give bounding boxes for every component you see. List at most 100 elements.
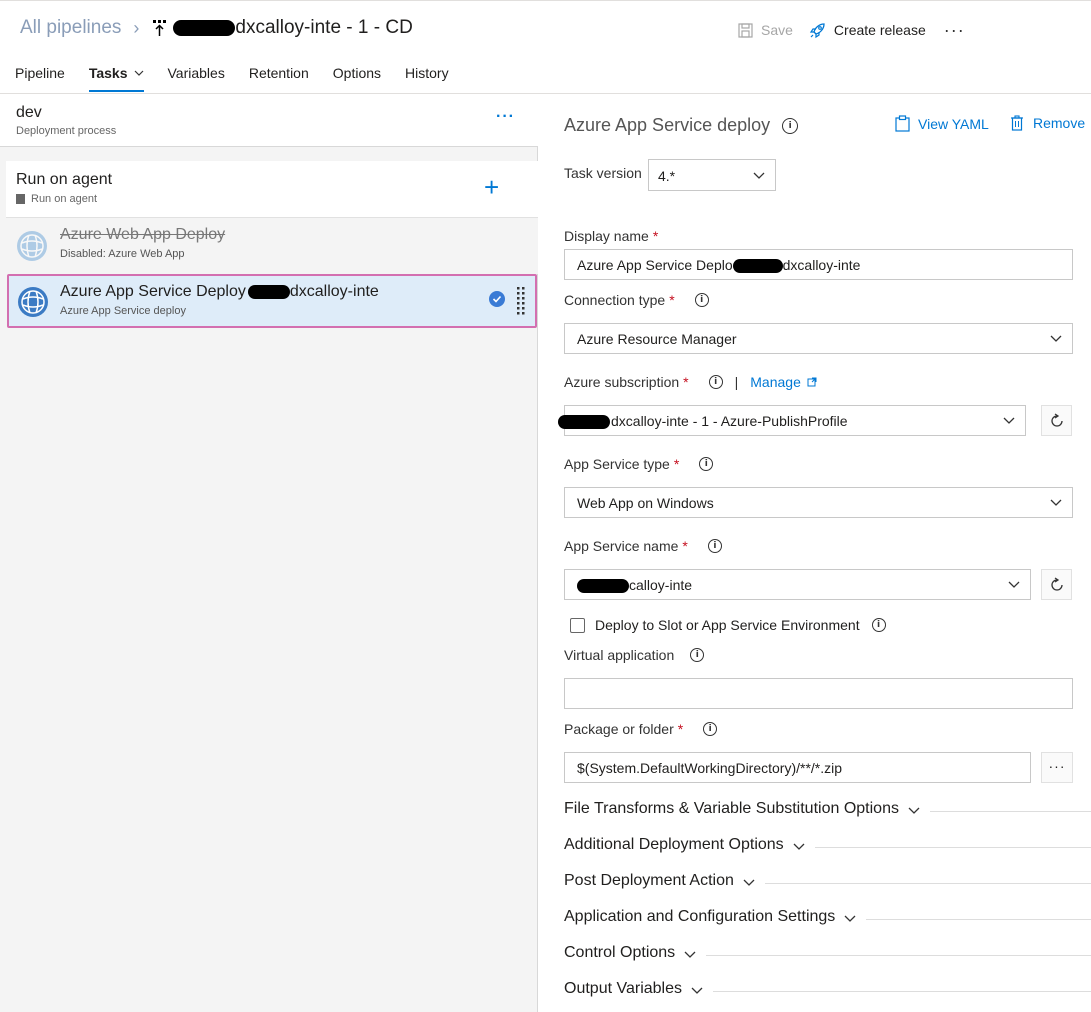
section-file-transforms[interactable]: File Transforms & Variable Substitution … bbox=[564, 800, 1091, 818]
refresh-subscription-button[interactable] bbox=[1041, 405, 1072, 436]
display-name-input[interactable]: Azure App Service Deplo dxcalloy-inte bbox=[564, 249, 1073, 280]
manage-link[interactable]: Manage bbox=[750, 374, 801, 390]
remove-button[interactable]: Remove bbox=[1010, 115, 1085, 131]
section-control-options[interactable]: Control Options bbox=[564, 944, 1091, 962]
stage-name: dev bbox=[16, 104, 42, 121]
task-item-azure-app-service-deploy[interactable]: Azure App Service Deploy dxcalloy-inte Az… bbox=[7, 274, 537, 328]
package-or-folder-input[interactable]: $(System.DefaultWorkingDirectory)/**/*.z… bbox=[564, 752, 1031, 783]
view-yaml-button[interactable]: View YAML bbox=[895, 115, 989, 132]
redacted-mark bbox=[732, 259, 783, 274]
label-text: Package or folder bbox=[564, 721, 674, 737]
add-task-button[interactable]: + bbox=[484, 174, 499, 200]
tab-label: Retention bbox=[248, 65, 309, 81]
tab-label: Pipeline bbox=[15, 65, 65, 81]
info-icon[interactable]: i bbox=[782, 117, 799, 134]
tab-retention[interactable]: Retention bbox=[249, 60, 309, 92]
trash-icon bbox=[1011, 115, 1023, 131]
connection-type-select[interactable]: Azure Resource Manager bbox=[564, 323, 1073, 354]
section-output-variables[interactable]: Output Variables bbox=[564, 980, 1091, 998]
info-icon[interactable]: i bbox=[703, 722, 718, 736]
section-label: Control Options bbox=[564, 944, 676, 961]
stage-more-button[interactable]: ··· bbox=[496, 108, 515, 126]
redacted-mark bbox=[558, 415, 610, 429]
stage-subtitle: Deployment process bbox=[16, 125, 117, 137]
label-text: Display name bbox=[564, 228, 649, 244]
task-item-azure-web-app-deploy[interactable]: Azure Web App Deploy Disabled: Azure Web… bbox=[6, 218, 538, 274]
azure-subscription-label: Azure subscription * i | Manage bbox=[564, 374, 817, 390]
drag-handle-icon[interactable] bbox=[516, 286, 526, 316]
tab-pipeline[interactable]: Pipeline bbox=[15, 60, 65, 92]
separator: | bbox=[734, 374, 739, 390]
tab-variables[interactable]: Variables bbox=[168, 60, 225, 92]
section-post-deployment-action[interactable]: Post Deployment Action bbox=[564, 872, 1091, 890]
app-service-name-label: App Service name * i bbox=[564, 538, 722, 554]
info-icon[interactable]: i bbox=[707, 539, 722, 553]
tab-tasks[interactable]: Tasks bbox=[88, 60, 144, 92]
refresh-icon bbox=[1050, 412, 1063, 427]
section-app-config-settings[interactable]: Application and Configuration Settings bbox=[564, 908, 1091, 926]
required-mark: * bbox=[669, 292, 675, 308]
agent-job-name: Run on agent bbox=[16, 171, 113, 188]
label-text: Azure subscription bbox=[564, 374, 680, 390]
required-mark: * bbox=[677, 721, 684, 737]
agent-job-subtitle-text: Run on agent bbox=[31, 193, 98, 205]
pipeline-icon bbox=[153, 19, 169, 37]
create-release-button[interactable]: Create release bbox=[809, 22, 926, 39]
info-icon[interactable]: i bbox=[699, 457, 714, 471]
task-version-label: Task version bbox=[564, 165, 642, 181]
stage-header[interactable]: dev Deployment process ··· bbox=[0, 94, 538, 147]
label-text: App Service name bbox=[564, 538, 679, 554]
virtual-application-input[interactable] bbox=[564, 678, 1073, 709]
external-link-icon bbox=[807, 377, 817, 387]
task-list-pane: dev Deployment process ··· Run on agent … bbox=[0, 94, 538, 1012]
tab-label: History bbox=[405, 65, 449, 81]
info-icon[interactable]: i bbox=[871, 618, 886, 632]
label-text: Deploy to Slot or App Service Environmen… bbox=[595, 617, 860, 633]
section-divider bbox=[814, 846, 1091, 848]
save-button[interactable]: Save bbox=[738, 22, 793, 38]
clipboard-icon bbox=[895, 115, 910, 132]
info-icon[interactable]: i bbox=[690, 648, 705, 662]
agent-job[interactable]: Run on agent Run on agent + bbox=[6, 161, 538, 218]
section-divider bbox=[866, 918, 1091, 920]
deploy-to-slot-checkbox[interactable] bbox=[570, 618, 585, 633]
section-label: Additional Deployment Options bbox=[564, 836, 784, 853]
task-title-text: Azure App Service deploy bbox=[564, 115, 771, 135]
info-icon[interactable]: i bbox=[694, 293, 709, 307]
tab-options[interactable]: Options bbox=[333, 60, 381, 92]
azure-subscription-select[interactable]: dxcalloy-inte - 1 - Azure-PublishProfile bbox=[558, 405, 1026, 436]
label-text: App Service type bbox=[564, 456, 670, 472]
package-or-folder-label: Package or folder * i bbox=[564, 721, 718, 737]
app-service-name-select[interactable]: calloy-inte bbox=[564, 569, 1031, 600]
task-name: Azure Web App Deploy bbox=[60, 226, 226, 243]
info-icon[interactable]: i bbox=[708, 375, 723, 389]
section-divider bbox=[929, 810, 1091, 812]
section-divider bbox=[706, 954, 1091, 956]
section-additional-deployment-options[interactable]: Additional Deployment Options bbox=[564, 836, 1091, 854]
section-label: File Transforms & Variable Substitution … bbox=[564, 800, 899, 817]
task-details-title: Azure App Service deploy i bbox=[564, 115, 799, 136]
create-release-label: Create release bbox=[833, 22, 926, 38]
display-name-prefix: Azure App Service Deplo bbox=[577, 257, 733, 273]
refresh-app-service-button[interactable] bbox=[1041, 569, 1072, 600]
browse-package-button[interactable]: ··· bbox=[1041, 752, 1073, 783]
task-version-select[interactable]: 4.* bbox=[648, 159, 776, 191]
tab-label: Variables bbox=[167, 65, 225, 81]
chevron-down-icon bbox=[684, 951, 696, 958]
label-text: Connection type bbox=[564, 292, 666, 308]
tab-label: Options bbox=[332, 65, 382, 81]
app-service-type-label: App Service type * i bbox=[564, 456, 714, 472]
save-label: Save bbox=[761, 22, 793, 38]
redacted-mark bbox=[577, 579, 629, 594]
more-actions-button[interactable]: ··· bbox=[944, 20, 965, 41]
all-pipelines-link[interactable]: All pipelines bbox=[20, 17, 121, 39]
chevron-down-icon bbox=[793, 843, 805, 850]
tab-label: Tasks bbox=[88, 65, 128, 81]
app-service-type-select[interactable]: Web App on Windows bbox=[564, 487, 1073, 518]
section-label: Application and Configuration Settings bbox=[564, 908, 836, 925]
section-divider bbox=[713, 990, 1091, 992]
task-details-pane: Azure App Service deploy i View YAML Rem… bbox=[539, 94, 1091, 1012]
chevron-down-icon bbox=[908, 807, 920, 814]
azure-app-service-icon bbox=[18, 287, 48, 317]
tab-history[interactable]: History bbox=[405, 60, 449, 92]
